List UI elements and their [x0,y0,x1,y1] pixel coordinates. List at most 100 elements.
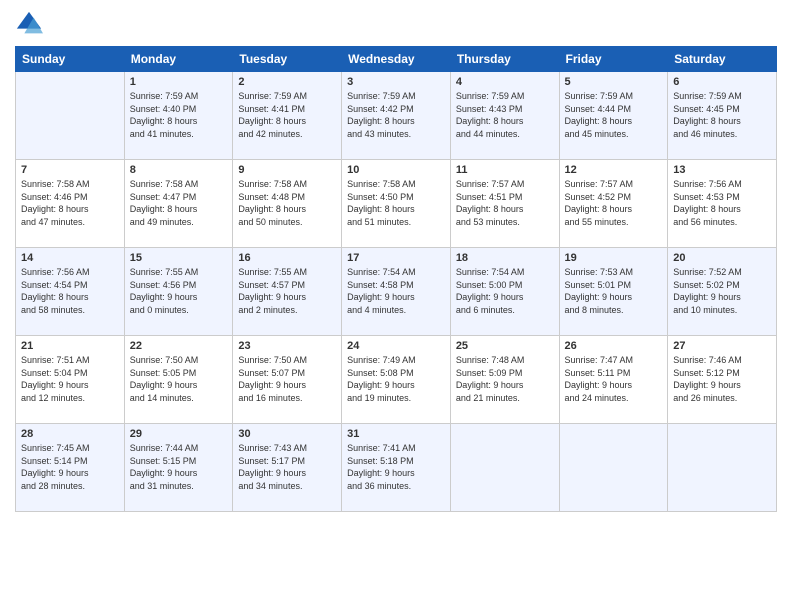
calendar-cell: 26Sunrise: 7:47 AMSunset: 5:11 PMDayligh… [559,336,668,424]
day-header-saturday: Saturday [668,47,777,72]
day-header-monday: Monday [124,47,233,72]
calendar-cell: 1Sunrise: 7:59 AMSunset: 4:40 PMDaylight… [124,72,233,160]
day-number: 24 [347,340,445,352]
calendar-cell: 30 Sunrise: 7:43 AMSunset: 5:17 PMDayligh… [233,424,342,512]
calendar-cell: 6 Sunrise: 7:59 AMSunset: 4:45 PMDaylight… [668,72,777,160]
day-info: Sunrise: 7:59 AMSunset: 4:44 PMDaylight:… [565,90,663,140]
day-info: Sunrise: 7:59 AMSunset: 4:45 PMDaylight:… [673,90,771,140]
day-info: Sunrise: 7:54 AMSunset: 5:00 PMDaylight:… [456,266,554,316]
day-header-thursday: Thursday [450,47,559,72]
day-info: Sunrise: 7:59 AMSunset: 4:43 PMDaylight:… [456,90,554,140]
day-info: Sunrise: 7:45 AMSunset: 5:14 PMDaylight:… [21,442,119,492]
day-number: 2 [238,76,336,88]
day-number: 21 [21,340,119,352]
calendar-cell: 9Sunrise: 7:58 AMSunset: 4:48 PMDaylight… [233,160,342,248]
day-info: Sunrise: 7:59 AMSunset: 4:42 PMDaylight:… [347,90,445,140]
logo-icon [15,10,43,38]
page-container: SundayMondayTuesdayWednesdayThursdayFrid… [0,0,792,522]
day-header-wednesday: Wednesday [342,47,451,72]
day-info: Sunrise: 7:50 AMSunset: 5:07 PMDaylight:… [238,354,336,404]
week-row-4: 21 Sunrise: 7:51 AMSunset: 5:04 PMDayligh… [16,336,777,424]
day-info: Sunrise: 7:49 AMSunset: 5:08 PMDaylight:… [347,354,445,404]
day-number: 5 [565,76,663,88]
day-info: Sunrise: 7:56 AMSunset: 4:53 PMDaylight:… [673,178,771,228]
calendar-cell: 21 Sunrise: 7:51 AMSunset: 5:04 PMDayligh… [16,336,125,424]
calendar-cell: 2 Sunrise: 7:59 AMSunset: 4:41 PMDaylight… [233,72,342,160]
day-number: 10 [347,164,445,176]
day-info: Sunrise: 7:50 AMSunset: 5:05 PMDaylight:… [130,354,228,404]
day-number: 28 [21,428,119,440]
day-number: 31 [347,428,445,440]
calendar-cell: 24 Sunrise: 7:49 AMSunset: 5:08 PMDayligh… [342,336,451,424]
calendar-cell: 14Sunrise: 7:56 AMSunset: 4:54 PMDayligh… [16,248,125,336]
day-info: Sunrise: 7:54 AMSunset: 4:58 PMDaylight:… [347,266,445,316]
day-number: 19 [565,252,663,264]
day-number: 9 [238,164,336,176]
day-info: Sunrise: 7:57 AMSunset: 4:52 PMDaylight:… [565,178,663,228]
day-info: Sunrise: 7:53 AMSunset: 5:01 PMDaylight:… [565,266,663,316]
calendar-cell: 11 Sunrise: 7:57 AMSunset: 4:51 PMDayligh… [450,160,559,248]
day-info: Sunrise: 7:43 AMSunset: 5:17 PMDaylight:… [238,442,336,492]
calendar-cell: 4Sunrise: 7:59 AMSunset: 4:43 PMDaylight… [450,72,559,160]
day-number: 1 [130,76,228,88]
day-number: 13 [673,164,771,176]
calendar-cell: 12 Sunrise: 7:57 AMSunset: 4:52 PMDayligh… [559,160,668,248]
calendar-cell: 13 Sunrise: 7:56 AMSunset: 4:53 PMDayligh… [668,160,777,248]
day-info: Sunrise: 7:58 AMSunset: 4:47 PMDaylight:… [130,178,228,228]
week-row-1: 1Sunrise: 7:59 AMSunset: 4:40 PMDaylight… [16,72,777,160]
day-number: 3 [347,76,445,88]
day-number: 15 [130,252,228,264]
calendar-cell [559,424,668,512]
calendar-cell: 15 Sunrise: 7:55 AMSunset: 4:56 PMDayligh… [124,248,233,336]
logo [15,10,47,38]
day-info: Sunrise: 7:44 AMSunset: 5:15 PMDaylight:… [130,442,228,492]
day-number: 29 [130,428,228,440]
day-info: Sunrise: 7:51 AMSunset: 5:04 PMDaylight:… [21,354,119,404]
week-row-5: 28 Sunrise: 7:45 AMSunset: 5:14 PMDayligh… [16,424,777,512]
calendar-cell: 5 Sunrise: 7:59 AMSunset: 4:44 PMDaylight… [559,72,668,160]
day-info: Sunrise: 7:46 AMSunset: 5:12 PMDaylight:… [673,354,771,404]
day-info: Sunrise: 7:47 AMSunset: 5:11 PMDaylight:… [565,354,663,404]
calendar-cell: 7 Sunrise: 7:58 AMSunset: 4:46 PMDaylight… [16,160,125,248]
day-header-friday: Friday [559,47,668,72]
day-number: 23 [238,340,336,352]
calendar-cell: 3 Sunrise: 7:59 AMSunset: 4:42 PMDaylight… [342,72,451,160]
day-number: 22 [130,340,228,352]
week-row-2: 7 Sunrise: 7:58 AMSunset: 4:46 PMDaylight… [16,160,777,248]
day-number: 14 [21,252,119,264]
day-number: 12 [565,164,663,176]
calendar-cell: 23 Sunrise: 7:50 AMSunset: 5:07 PMDayligh… [233,336,342,424]
day-number: 16 [238,252,336,264]
day-number: 11 [456,164,554,176]
calendar-cell: 31Sunrise: 7:41 AMSunset: 5:18 PMDayligh… [342,424,451,512]
day-info: Sunrise: 7:58 AMSunset: 4:46 PMDaylight:… [21,178,119,228]
day-info: Sunrise: 7:55 AMSunset: 4:57 PMDaylight:… [238,266,336,316]
day-info: Sunrise: 7:57 AMSunset: 4:51 PMDaylight:… [456,178,554,228]
day-number: 18 [456,252,554,264]
day-info: Sunrise: 7:55 AMSunset: 4:56 PMDaylight:… [130,266,228,316]
calendar-cell: 16 Sunrise: 7:55 AMSunset: 4:57 PMDayligh… [233,248,342,336]
calendar-cell: 18 Sunrise: 7:54 AMSunset: 5:00 PMDayligh… [450,248,559,336]
day-info: Sunrise: 7:59 AMSunset: 4:41 PMDaylight:… [238,90,336,140]
day-number: 30 [238,428,336,440]
calendar-cell: 20Sunrise: 7:52 AMSunset: 5:02 PMDayligh… [668,248,777,336]
day-header-sunday: Sunday [16,47,125,72]
calendar-cell: 28 Sunrise: 7:45 AMSunset: 5:14 PMDayligh… [16,424,125,512]
day-number: 7 [21,164,119,176]
day-info: Sunrise: 7:58 AMSunset: 4:50 PMDaylight:… [347,178,445,228]
calendar-cell: 19 Sunrise: 7:53 AMSunset: 5:01 PMDayligh… [559,248,668,336]
calendar-body: 1Sunrise: 7:59 AMSunset: 4:40 PMDaylight… [16,72,777,512]
calendar-cell [450,424,559,512]
day-number: 27 [673,340,771,352]
day-info: Sunrise: 7:52 AMSunset: 5:02 PMDaylight:… [673,266,771,316]
calendar-table: SundayMondayTuesdayWednesdayThursdayFrid… [15,46,777,512]
week-row-3: 14Sunrise: 7:56 AMSunset: 4:54 PMDayligh… [16,248,777,336]
calendar-cell: 22 Sunrise: 7:50 AMSunset: 5:05 PMDayligh… [124,336,233,424]
calendar-cell: 8Sunrise: 7:58 AMSunset: 4:47 PMDaylight… [124,160,233,248]
calendar-cell: 10 Sunrise: 7:58 AMSunset: 4:50 PMDayligh… [342,160,451,248]
day-number: 6 [673,76,771,88]
calendar-cell: 27 Sunrise: 7:46 AMSunset: 5:12 PMDayligh… [668,336,777,424]
calendar-cell [668,424,777,512]
calendar-header: SundayMondayTuesdayWednesdayThursdayFrid… [16,47,777,72]
day-number: 17 [347,252,445,264]
